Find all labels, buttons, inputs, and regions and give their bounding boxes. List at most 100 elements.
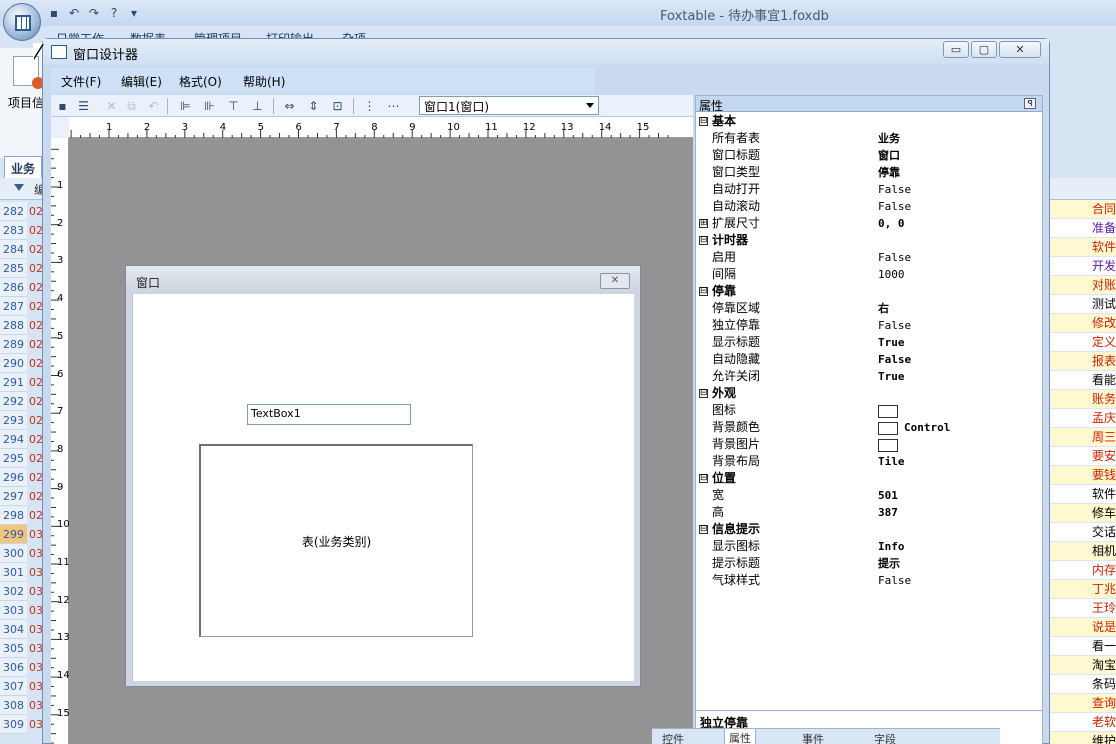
- grid-cell[interactable]: 开发: [1048, 257, 1116, 276]
- control-selector-dropdown[interactable]: 窗口1(窗口): [419, 96, 599, 115]
- grid-row-header[interactable]: 309 03: [0, 715, 48, 734]
- grid-row-header[interactable]: 303 03: [0, 601, 48, 620]
- grid-cell[interactable]: 查询: [1048, 694, 1116, 713]
- property-row[interactable]: 停靠区域 右: [696, 300, 1042, 317]
- same-height-icon[interactable]: ⇕: [305, 98, 322, 114]
- grid-row-header[interactable]: 283 02: [0, 221, 48, 240]
- grid-row-header[interactable]: 287 02: [0, 297, 48, 316]
- grid-row-header[interactable]: 293 02: [0, 411, 48, 430]
- horizontal-spacing-icon[interactable]: ⋯: [385, 98, 402, 114]
- grid-cell[interactable]: 王玲: [1048, 599, 1116, 618]
- collapse-icon[interactable]: ⊟: [699, 117, 708, 126]
- design-canvas[interactable]: 窗口 ✕ TextBox1 表(业务类别): [69, 138, 693, 744]
- property-value[interactable]: True: [878, 368, 905, 385]
- property-value[interactable]: False: [878, 198, 911, 215]
- property-value[interactable]: 387: [878, 504, 898, 521]
- tab-events[interactable]: 事件: [802, 731, 824, 744]
- save-icon[interactable]: ▪: [54, 98, 71, 114]
- grid-cell[interactable]: 交话: [1048, 523, 1116, 542]
- grid-cell[interactable]: 看能: [1048, 371, 1116, 390]
- maximize-button[interactable]: ▢: [971, 41, 997, 58]
- property-row[interactable]: 提示标题 提示: [696, 555, 1042, 572]
- property-row[interactable]: 气球样式 False: [696, 572, 1042, 589]
- menu-help[interactable]: 帮助(H): [243, 73, 285, 90]
- menu-edit[interactable]: 编辑(E): [121, 73, 162, 90]
- grid-cell[interactable]: 条码: [1048, 675, 1116, 694]
- help-icon[interactable]: ?: [106, 5, 122, 21]
- grid-row-header[interactable]: 282 02: [0, 202, 48, 221]
- grid-row-header[interactable]: 297 02: [0, 487, 48, 506]
- close-button[interactable]: ✕: [999, 41, 1041, 58]
- grid-row-header[interactable]: 288 02: [0, 316, 48, 335]
- grid-cell[interactable]: 说是: [1048, 618, 1116, 637]
- grid-row-header[interactable]: 294 02: [0, 430, 48, 449]
- property-category[interactable]: ⊟ 信息提示: [696, 521, 1042, 538]
- grid-row-header[interactable]: 301 03: [0, 563, 48, 582]
- property-value[interactable]: 1000: [878, 266, 905, 283]
- tab-properties[interactable]: 属性: [724, 729, 756, 744]
- property-value[interactable]: False: [878, 572, 911, 589]
- undo-icon[interactable]: ↶: [145, 98, 162, 114]
- grid-row-header[interactable]: 291 02: [0, 373, 48, 392]
- property-value[interactable]: False: [878, 249, 911, 266]
- same-size-icon[interactable]: ⊡: [329, 98, 346, 114]
- property-row[interactable]: ⊞ 扩展尺寸 0, 0: [696, 215, 1042, 232]
- align-top-icon[interactable]: ⊤: [225, 98, 242, 114]
- grid-row-header[interactable]: 307 03: [0, 677, 48, 696]
- table-tab-business[interactable]: 业务: [4, 156, 42, 178]
- grid-row-header[interactable]: 296 02: [0, 468, 48, 487]
- grid-cell[interactable]: 测试: [1048, 295, 1116, 314]
- grid-cell[interactable]: 软件: [1048, 485, 1116, 504]
- property-row[interactable]: 高 387: [696, 504, 1042, 521]
- property-value[interactable]: 业务: [878, 130, 900, 147]
- property-category[interactable]: ⊟ 基本: [696, 113, 1042, 130]
- grid-cell[interactable]: 丁兆: [1048, 580, 1116, 599]
- tab-order-icon[interactable]: ☰: [75, 98, 92, 114]
- redo-icon[interactable]: ↷: [86, 5, 102, 21]
- grid-row-header[interactable]: 286 02: [0, 278, 48, 297]
- property-value[interactable]: 右: [878, 300, 889, 317]
- grid-row-header[interactable]: 308 03: [0, 696, 48, 715]
- grid-cell[interactable]: 相机: [1048, 542, 1116, 561]
- property-value[interactable]: 501: [878, 487, 898, 504]
- property-value[interactable]: 提示: [878, 555, 900, 572]
- property-row[interactable]: 启用 False: [696, 249, 1042, 266]
- grid-cell[interactable]: 周三: [1048, 428, 1116, 447]
- grid-row-header[interactable]: 302 03: [0, 582, 48, 601]
- grid-row-header[interactable]: 285 02: [0, 259, 48, 278]
- property-value[interactable]: Control: [878, 419, 950, 436]
- property-row[interactable]: 允许关闭 True: [696, 368, 1042, 385]
- grid-row-header[interactable]: 289 02: [0, 335, 48, 354]
- property-value[interactable]: False: [878, 317, 911, 334]
- property-value[interactable]: Tile: [878, 453, 905, 470]
- save-icon[interactable]: ▪: [46, 5, 62, 21]
- property-row[interactable]: 窗口类型 停靠: [696, 164, 1042, 181]
- copy-icon[interactable]: ⧉: [123, 98, 140, 114]
- tab-fields[interactable]: 字段: [874, 731, 896, 744]
- property-category[interactable]: ⊟ 外观: [696, 385, 1042, 402]
- grid-cell[interactable]: 看一: [1048, 637, 1116, 656]
- grid-cell[interactable]: 淘宝: [1048, 656, 1116, 675]
- expand-icon[interactable]: ⊞: [699, 219, 708, 228]
- property-value[interactable]: [878, 436, 904, 453]
- collapse-icon[interactable]: ⊟: [699, 389, 708, 398]
- collapse-icon[interactable]: ⊟: [699, 287, 708, 296]
- property-row[interactable]: 自动滚动 False: [696, 198, 1042, 215]
- property-row[interactable]: 显示标题 True: [696, 334, 1042, 351]
- property-row[interactable]: 自动隐藏 False: [696, 351, 1042, 368]
- grid-cell[interactable]: 准备: [1048, 219, 1116, 238]
- pin-icon[interactable]: ꟼ: [1024, 98, 1036, 109]
- property-value[interactable]: [878, 402, 904, 419]
- delete-icon[interactable]: ✕: [103, 98, 120, 114]
- grid-row-header[interactable]: 290 02: [0, 354, 48, 373]
- grid-cell[interactable]: 要安: [1048, 447, 1116, 466]
- grid-row-header[interactable]: 284 02: [0, 240, 48, 259]
- grid-row-header[interactable]: 292 02: [0, 392, 48, 411]
- grid-cell[interactable]: 软件: [1048, 238, 1116, 257]
- property-row[interactable]: 自动打开 False: [696, 181, 1042, 198]
- collapse-icon[interactable]: ⊟: [699, 525, 708, 534]
- form-client-area[interactable]: TextBox1 表(业务类别): [132, 294, 634, 681]
- menu-format[interactable]: 格式(O): [179, 73, 222, 90]
- grid-cell[interactable]: 老软: [1048, 713, 1116, 732]
- designed-form[interactable]: 窗口 ✕ TextBox1 表(业务类别): [125, 265, 641, 687]
